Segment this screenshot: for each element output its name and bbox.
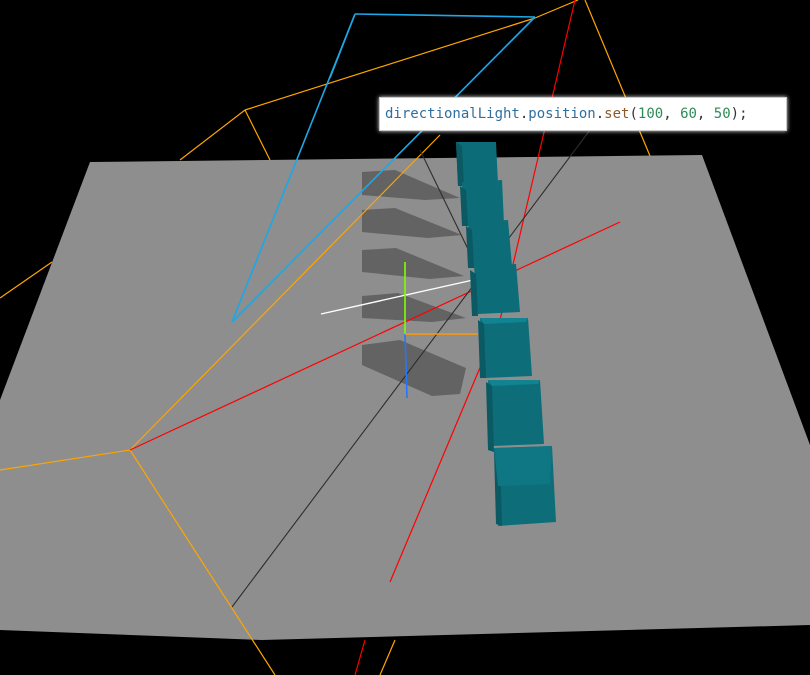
code-separator-2: , xyxy=(696,106,714,122)
code-arg-x: 100 xyxy=(637,106,664,122)
cube-1 xyxy=(456,142,498,186)
code-arg-y: 60 xyxy=(680,106,697,122)
code-method-name: set xyxy=(604,106,630,122)
cube-2 xyxy=(460,180,504,226)
code-arg-z: 50 xyxy=(713,106,731,122)
cube-3 xyxy=(466,220,512,268)
code-object-name: directionalLight xyxy=(385,106,520,122)
code-property-name: position xyxy=(528,106,596,122)
cube-7 xyxy=(494,446,556,526)
webgl-viewport[interactable]: directionalLight.position.set(100, 60, 5… xyxy=(0,0,810,675)
code-close: ); xyxy=(730,106,748,122)
code-snippet-tooltip: directionalLight.position.set(100, 60, 5… xyxy=(379,97,787,131)
code-open-paren: ( xyxy=(629,106,638,122)
code-separator-1: , xyxy=(663,106,681,122)
cube-6 xyxy=(486,380,544,452)
code-dot-2: . xyxy=(595,106,605,122)
cube-5 xyxy=(478,318,532,378)
cube-4 xyxy=(470,264,520,316)
